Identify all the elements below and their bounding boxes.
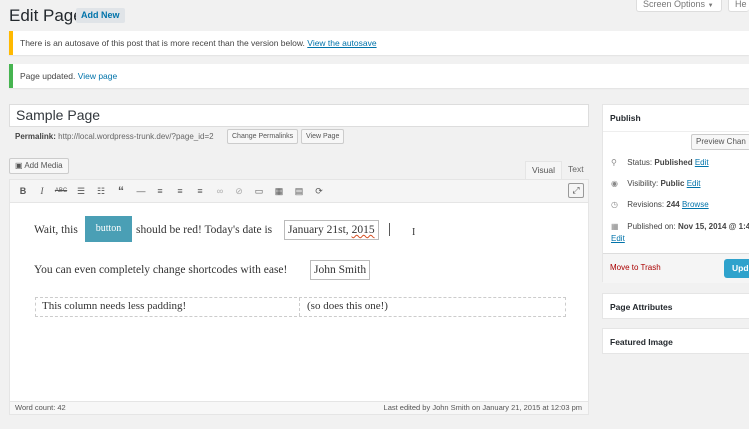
visibility-value: Public — [660, 179, 685, 188]
last-edited: Last edited by John Smith on January 21,… — [383, 403, 582, 412]
preview-changes-button[interactable]: Preview Chan — [691, 134, 749, 150]
bullet-list-icon[interactable]: ☰ — [74, 185, 88, 198]
italic-icon[interactable]: I — [35, 185, 49, 198]
pin-icon: ⚲ — [611, 158, 617, 167]
visibility-row: ◉ Visibility: Public Edit — [611, 179, 701, 189]
column-divider — [299, 298, 300, 316]
post-title-input[interactable]: Sample Page — [9, 104, 589, 127]
featured-image-title: Featured Image — [610, 337, 673, 347]
align-right-icon[interactable]: ≡ — [193, 185, 207, 198]
visibility-label: Visibility: — [627, 179, 659, 188]
published-on-label: Published on: — [627, 222, 676, 231]
horizontal-rule-icon[interactable]: — — [134, 185, 148, 198]
published-on-edit-link[interactable]: Edit — [611, 234, 625, 243]
column-2-text: (so does this one!) — [307, 300, 388, 312]
name-shortcode[interactable]: John Smith — [310, 260, 371, 280]
publish-title: Publish — [603, 105, 749, 132]
screen-options-button[interactable]: Screen Options ▼ — [636, 0, 722, 12]
published-on-row: ▦ Published on: Nov 15, 2014 @ 1:4 — [611, 222, 749, 232]
view-autosave-link[interactable]: View the autosave — [307, 38, 376, 48]
add-media-button[interactable]: ▣ Add Media — [9, 158, 69, 174]
permalink: Permalink: http://local.wordpress-trunk.… — [15, 132, 214, 142]
line2-text: You can even completely change shortcode… — [34, 264, 288, 276]
page-title: Edit Page — [9, 6, 83, 25]
status-row: ⚲ Status: Published Edit — [611, 158, 709, 168]
published-on-value: Nov 15, 2014 @ 1:4 — [677, 222, 749, 231]
update-button[interactable]: Upd — [724, 259, 749, 278]
clock-icon: ◷ — [611, 200, 618, 209]
revisions-browse-link[interactable]: Browse — [682, 200, 709, 209]
shortcode-button[interactable]: button — [85, 216, 132, 242]
strikethrough-icon[interactable]: ABC — [54, 185, 68, 198]
updated-text: Page updated. — [20, 71, 76, 81]
blockquote-icon[interactable]: “ — [114, 185, 128, 198]
eye-icon: ◉ — [611, 179, 618, 188]
page-attributes-box[interactable]: Page Attributes — [602, 293, 749, 319]
featured-image-box[interactable]: Featured Image — [602, 328, 749, 354]
text-cursor: | — [388, 221, 392, 237]
autosave-text: There is an autosave of this post that i… — [20, 38, 305, 48]
add-new-button[interactable]: Add New — [76, 8, 125, 23]
help-button[interactable]: He — [728, 0, 749, 12]
bold-icon[interactable]: B — [16, 185, 30, 198]
publish-actions: Move to Trash Upd — [603, 253, 749, 283]
line1-text-middle: should be red! Today's date is — [136, 224, 273, 236]
media-icon: ▣ — [15, 161, 23, 170]
line1-text-start: Wait, this — [34, 224, 78, 236]
columns-shortcode[interactable]: This column needs less padding! (so does… — [35, 297, 566, 317]
publish-box: Publish Preview Chan ⚲ Status: Published… — [602, 104, 749, 283]
autosave-notice: There is an autosave of this post that i… — [9, 31, 749, 55]
help-label: He — [735, 0, 747, 9]
date-text: January 21st, — [288, 224, 349, 236]
refresh-icon[interactable]: ⟳ — [312, 185, 326, 198]
align-left-icon[interactable]: ≡ — [153, 185, 167, 198]
move-to-trash-link[interactable]: Move to Trash — [610, 263, 661, 272]
view-page-link[interactable]: View page — [78, 71, 118, 81]
date-year: 2015 — [351, 224, 375, 236]
calendar-icon: ▦ — [611, 222, 619, 231]
align-center-icon[interactable]: ≡ — [173, 185, 187, 198]
word-count: Word count: 42 — [15, 403, 66, 412]
page-attributes-title: Page Attributes — [610, 302, 673, 312]
chevron-down-icon: ▼ — [707, 3, 714, 9]
mouse-ibeam-cursor: I — [412, 227, 416, 238]
date-shortcode[interactable]: January 21st, 2015 — [284, 220, 379, 240]
change-permalinks-button[interactable]: Change Permalinks — [227, 129, 299, 144]
shortcode-icon[interactable]: ▤ — [292, 185, 306, 198]
tab-text[interactable]: Text — [562, 161, 590, 179]
column-1-text: This column needs less padding! — [42, 300, 187, 312]
permalink-url[interactable]: http://local.wordpress-trunk.dev/?page_i… — [58, 132, 213, 141]
editor-toolbar: B I ABC ☰ ☷ “ — ≡ ≡ ≡ ∞ ⊘ ▭ ▦ ▤ ⟳ ⤢ — [10, 180, 588, 203]
unlink-icon[interactable]: ⊘ — [232, 185, 246, 198]
status-value: Published — [654, 158, 693, 167]
published-on-edit-row: Edit — [611, 234, 625, 244]
editor: B I ABC ☰ ☷ “ — ≡ ≡ ≡ ∞ ⊘ ▭ ▦ ▤ ⟳ ⤢ Wait… — [9, 179, 589, 415]
view-page-button[interactable]: View Page — [301, 129, 345, 144]
permalink-label: Permalink: — [15, 132, 56, 141]
editor-statusbar: Word count: 42 Last edited by John Smith… — [9, 401, 589, 415]
revisions-row: ◷ Revisions: 244 Browse — [611, 200, 709, 210]
link-icon[interactable]: ∞ — [213, 185, 227, 198]
screen-options-label: Screen Options — [643, 0, 706, 9]
read-more-icon[interactable]: ▭ — [252, 185, 266, 198]
revisions-value: 244 — [666, 200, 680, 209]
toolbar-toggle-icon[interactable]: ▦ — [272, 185, 286, 198]
tab-visual[interactable]: Visual — [525, 161, 562, 179]
numbered-list-icon[interactable]: ☷ — [94, 185, 108, 198]
fullscreen-icon[interactable]: ⤢ — [568, 183, 584, 198]
visibility-edit-link[interactable]: Edit — [687, 179, 701, 188]
updated-notice: Page updated. View page — [9, 64, 749, 88]
revisions-label: Revisions: — [627, 200, 665, 209]
add-media-label: Add Media — [24, 161, 63, 170]
status-label: Status: — [627, 158, 653, 167]
status-edit-link[interactable]: Edit — [695, 158, 709, 167]
